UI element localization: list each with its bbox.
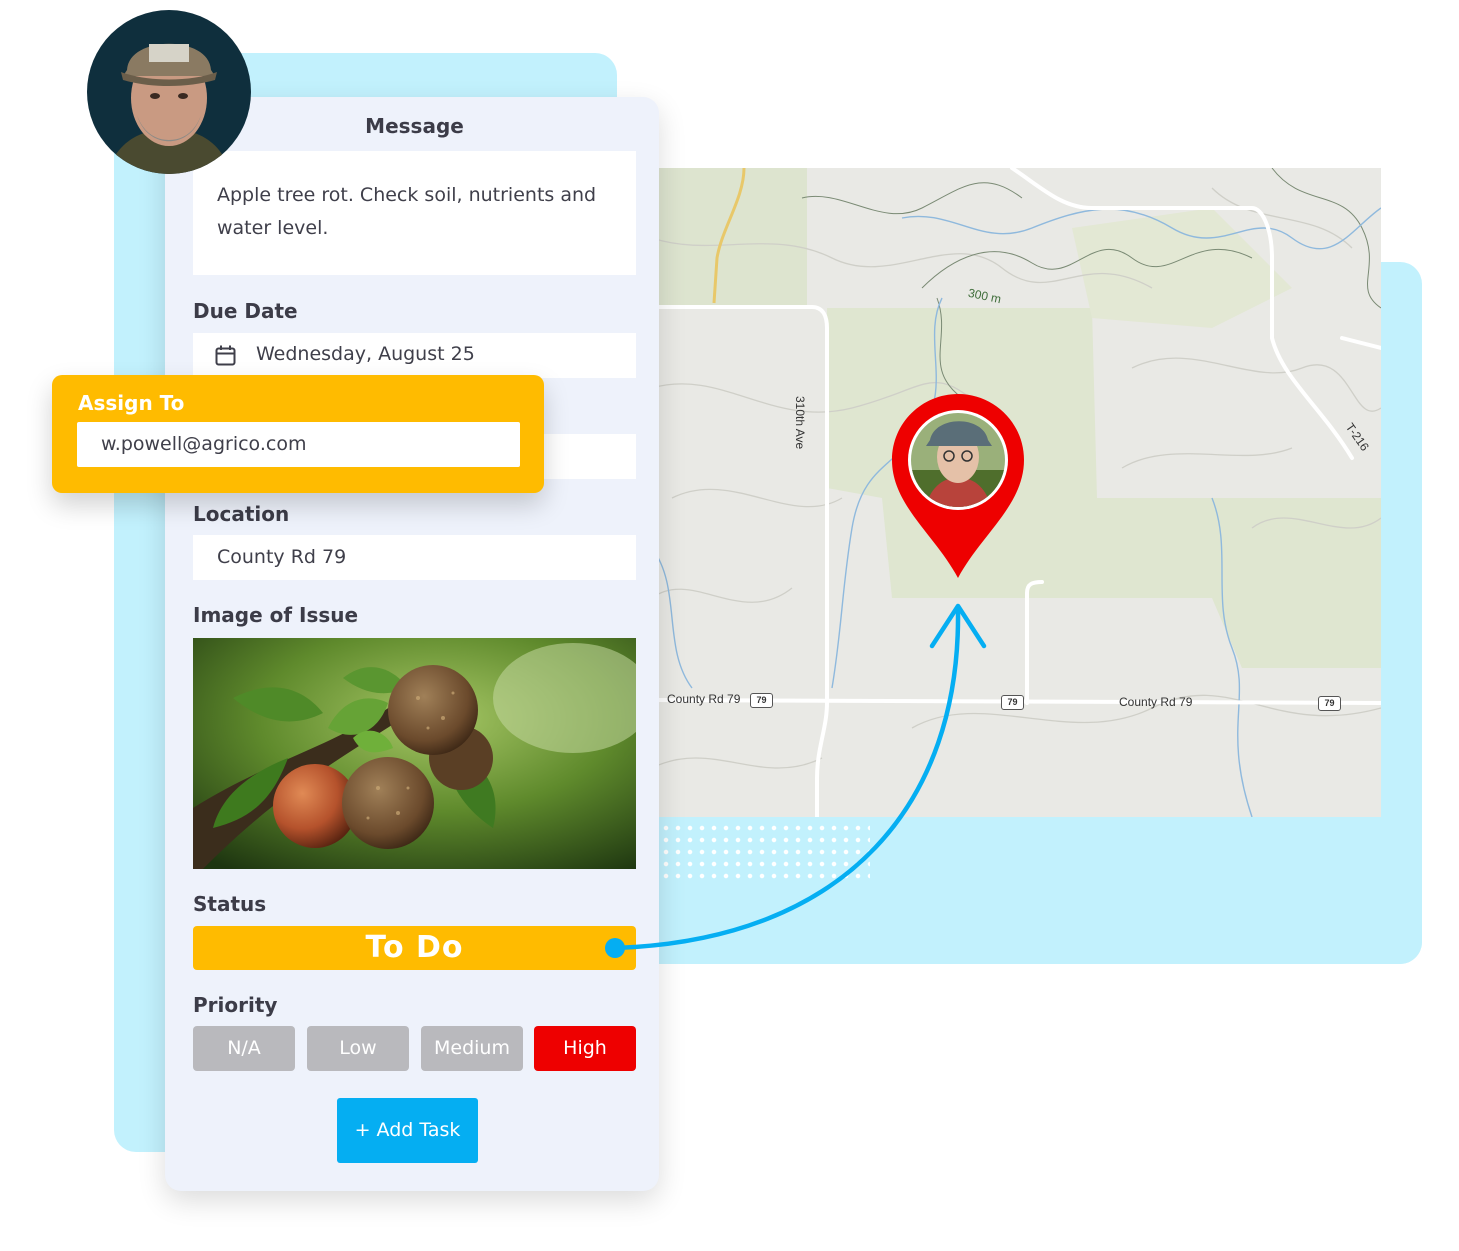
map-pin-icon[interactable] (892, 394, 1024, 578)
connector-overlay (605, 394, 1024, 958)
connector-arrow (605, 603, 987, 958)
